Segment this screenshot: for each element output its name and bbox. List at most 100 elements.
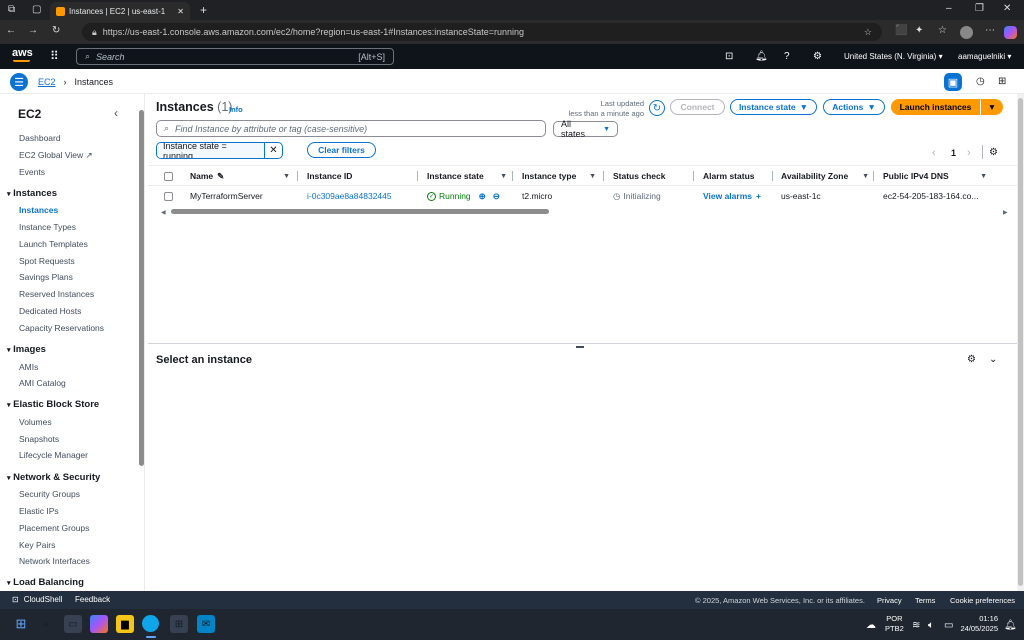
terms-link[interactable]: Terms xyxy=(915,596,935,605)
sidebar-item-global-view[interactable]: EC2 Global View ↗ xyxy=(19,150,93,161)
more-icon[interactable]: ⋯ xyxy=(985,25,995,36)
sidebar-item-dashboard[interactable]: Dashboard xyxy=(19,133,61,143)
prev-page-icon[interactable]: ‹ xyxy=(932,147,936,159)
sidebar-item-ami-catalog[interactable]: AMI Catalog xyxy=(19,378,66,388)
split-panel-divider[interactable] xyxy=(148,343,1018,344)
zoom-in-icon[interactable]: ⊕ xyxy=(479,191,486,202)
panel-settings-gear-icon[interactable]: ⚙ xyxy=(967,354,976,365)
sidebar-item-lifecycle-manager[interactable]: Lifecycle Manager xyxy=(19,450,88,460)
help-icon[interactable]: ? xyxy=(784,51,790,62)
resize-handle-icon[interactable] xyxy=(576,346,584,348)
column-header-instance-id[interactable]: Instance ID xyxy=(307,168,413,184)
notifications-bell-icon[interactable]: 🔔︎ xyxy=(755,51,768,62)
sidebar-item-dedicated-hosts[interactable]: Dedicated Hosts xyxy=(19,306,81,316)
close-window-icon[interactable]: ✕ xyxy=(1003,3,1011,14)
new-tab-icon[interactable]: + xyxy=(200,3,207,17)
connect-button[interactable]: Connect xyxy=(670,99,725,115)
layout-icon[interactable]: ⊞ xyxy=(998,76,1006,87)
sidebar-item-security-groups[interactable]: Security Groups xyxy=(19,489,80,499)
search-input[interactable]: ⌕ Search [Alt+S] xyxy=(76,48,394,65)
battery-icon[interactable]: ▭ xyxy=(944,620,953,631)
aws-logo[interactable]: aws xyxy=(12,47,33,59)
scroll-left-icon[interactable]: ◀ xyxy=(161,209,166,216)
sidebar-item-placement-groups[interactable]: Placement Groups xyxy=(19,523,89,533)
remove-filter-icon[interactable]: ✕ xyxy=(264,143,282,158)
instance-state-button[interactable]: Instance state ▼ xyxy=(730,99,817,115)
task-view-icon[interactable]: ▭ xyxy=(64,615,82,633)
close-tab-icon[interactable]: ✕ xyxy=(177,7,184,16)
column-header-availability-zone[interactable]: Availability Zone ▼ xyxy=(781,168,869,184)
sidebar-section-ebs[interactable]: ▾ Elastic Block Store xyxy=(7,399,99,410)
breadcrumb-ec2[interactable]: EC2 xyxy=(38,77,56,87)
sidebar-item-instance-types[interactable]: Instance Types xyxy=(19,222,76,232)
favorite-star-icon[interactable]: ☆ xyxy=(864,27,872,38)
filter-input[interactable]: ⌕ Find Instance by attribute or tag (cas… xyxy=(156,120,546,137)
tab-actions-icon[interactable]: ▢ xyxy=(32,4,41,15)
scroll-right-icon[interactable]: ▶ xyxy=(1003,209,1008,216)
store-icon[interactable]: ⊞ xyxy=(170,615,188,633)
sidebar-section-instances[interactable]: ▾ Instances xyxy=(7,188,57,199)
sidebar-item-key-pairs[interactable]: Key Pairs xyxy=(19,540,55,550)
column-header-public-dns[interactable]: Public IPv4 DNS ▼ xyxy=(883,168,987,184)
cookie-preferences-link[interactable]: Cookie preferences xyxy=(950,596,1015,605)
info-link[interactable]: Info xyxy=(229,105,243,114)
cell-instance-id-link[interactable]: i-0c309ae8a84832445 xyxy=(307,188,392,204)
outlook-icon[interactable]: ✉ xyxy=(197,615,215,633)
profile-avatar[interactable] xyxy=(960,26,973,39)
sidebar-item-reserved-instances[interactable]: Reserved Instances xyxy=(19,289,94,299)
sidebar-item-launch-templates[interactable]: Launch Templates xyxy=(19,239,88,249)
services-grid-icon[interactable]: ⠿ xyxy=(50,49,59,63)
settings-gear-icon[interactable]: ⚙ xyxy=(813,51,822,62)
restore-icon[interactable]: ❐ xyxy=(975,3,984,14)
extensions-icon[interactable]: ✦ xyxy=(915,25,923,36)
sidebar-item-spot-requests[interactable]: Spot Requests xyxy=(19,256,75,266)
clock[interactable]: 01:16 24/05/2025 xyxy=(960,614,998,634)
sidebar-item-instances[interactable]: Instances xyxy=(19,205,58,215)
sidebar-section-load-balancing[interactable]: ▾ Load Balancing xyxy=(7,577,84,588)
sidebar-section-network[interactable]: ▾ Network & Security xyxy=(7,472,100,483)
clear-filters-button[interactable]: Clear filters xyxy=(307,142,376,158)
cloudshell-icon[interactable]: ⊡ xyxy=(725,51,733,62)
page-scrollbar[interactable] xyxy=(1018,98,1023,586)
cloudshell-link[interactable]: ⊡ CloudShell xyxy=(12,595,62,604)
refresh-icon[interactable]: ↻ xyxy=(52,25,60,36)
region-selector[interactable]: United States (N. Virginia) ▾ xyxy=(844,52,943,61)
select-all-checkbox[interactable] xyxy=(164,168,173,184)
sidebar-item-volumes[interactable]: Volumes xyxy=(19,417,52,427)
zoom-out-icon[interactable]: ⊖ xyxy=(493,191,500,202)
privacy-link[interactable]: Privacy xyxy=(877,596,902,605)
actions-button[interactable]: Actions ▼ xyxy=(823,99,885,115)
feedback-link[interactable]: Feedback xyxy=(75,595,110,604)
copilot-taskbar-icon[interactable] xyxy=(90,615,108,633)
favorites-icon[interactable]: ☆ xyxy=(938,25,947,36)
browser-tab[interactable]: Instances | EC2 | us-east-1 ✕ xyxy=(50,2,190,20)
account-menu[interactable]: aamaguelniki ▾ xyxy=(958,52,1011,61)
sidebar-item-capacity-reservations[interactable]: Capacity Reservations xyxy=(19,323,104,333)
page-number[interactable]: 1 xyxy=(951,148,956,158)
panel-toggle-icon[interactable]: ▣ xyxy=(944,73,962,91)
column-header-status-check[interactable]: Status check xyxy=(613,168,689,184)
row-checkbox[interactable] xyxy=(164,188,173,204)
sidebar-item-amis[interactable]: AMIs xyxy=(19,362,38,372)
sidebar-item-elastic-ips[interactable]: Elastic IPs xyxy=(19,506,59,516)
taskbar-search-icon[interactable]: ⌕ xyxy=(37,615,55,633)
table-settings-gear-icon[interactable]: ⚙ xyxy=(989,147,998,158)
menu-toggle-icon[interactable]: ☰ xyxy=(10,73,28,91)
back-icon[interactable]: ← xyxy=(6,25,16,36)
input-language[interactable]: POR PTB2 xyxy=(885,614,904,634)
url-field[interactable]: 🔒︎ https://us-east-1.console.aws.amazon.… xyxy=(82,23,882,41)
column-header-instance-type[interactable]: Instance type ▼ xyxy=(522,168,596,184)
launch-instances-button[interactable]: Launch instances xyxy=(891,99,980,115)
copilot-icon[interactable] xyxy=(1004,26,1017,39)
minimize-icon[interactable]: – xyxy=(946,3,952,14)
next-page-icon[interactable]: › xyxy=(967,147,971,159)
workspaces-icon[interactable]: ⧉ xyxy=(8,4,15,15)
extension-icon[interactable]: ⬛ xyxy=(895,25,907,36)
forward-icon[interactable]: → xyxy=(28,25,38,36)
panel-collapse-chevron-icon[interactable]: ⌄ xyxy=(989,354,997,365)
column-header-alarm-status[interactable]: Alarm status xyxy=(703,168,769,184)
weather-cloud-icon[interactable]: ☁ xyxy=(866,620,876,631)
launch-dropdown-button[interactable]: ▼ xyxy=(981,99,1003,115)
table-horizontal-scrollbar[interactable] xyxy=(171,209,549,214)
column-header-instance-state[interactable]: Instance state ▼ xyxy=(427,168,507,184)
